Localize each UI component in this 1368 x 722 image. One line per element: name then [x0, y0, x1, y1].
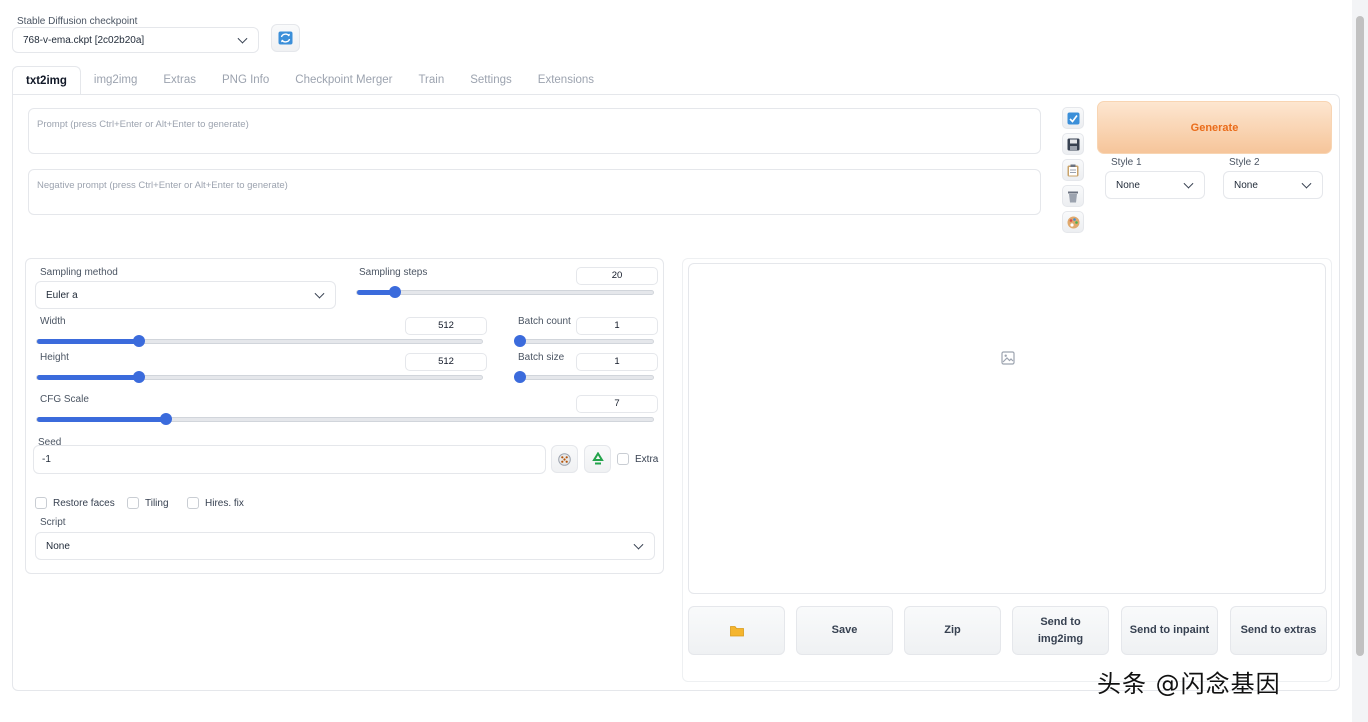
- style2-select[interactable]: None: [1223, 171, 1323, 199]
- generate-button[interactable]: Generate: [1097, 101, 1332, 154]
- tiling-label: Tiling: [145, 498, 169, 509]
- batch-size-slider[interactable]: [514, 371, 654, 383]
- style2-label: Style 2: [1229, 157, 1260, 168]
- negative-prompt-placeholder: Negative prompt (press Ctrl+Enter or Alt…: [37, 180, 288, 191]
- paste-button[interactable]: [1062, 159, 1084, 181]
- random-seed-button[interactable]: [551, 445, 578, 473]
- hires-fix-checkbox[interactable]: [187, 497, 199, 509]
- save-icon: [1067, 138, 1079, 150]
- seed-value: -1: [42, 454, 51, 465]
- batch-size-label: Batch size: [518, 352, 565, 363]
- output-image-area: [688, 263, 1326, 594]
- send-to-img2img-line2: img2img: [1037, 632, 1084, 645]
- style1-label: Style 1: [1111, 157, 1142, 168]
- tab-bar: txt2img img2img Extras PNG Info Checkpoi…: [12, 66, 607, 95]
- reuse-seed-button[interactable]: [584, 445, 611, 473]
- send-to-inpaint-button[interactable]: Send to inpaint: [1121, 606, 1218, 655]
- sampling-method-select[interactable]: Euler a: [35, 281, 336, 309]
- script-select[interactable]: None: [35, 532, 655, 560]
- chevron-down-icon: [1183, 178, 1194, 189]
- batch-size-input[interactable]: 1: [576, 353, 658, 371]
- batch-count-slider[interactable]: [514, 335, 654, 347]
- batch-count-label: Batch count: [518, 316, 571, 327]
- style1-value: None: [1116, 179, 1140, 191]
- clipboard-icon: [1067, 164, 1079, 176]
- cfg-scale-input[interactable]: 7: [576, 395, 658, 413]
- style2-value: None: [1234, 179, 1258, 191]
- trash-icon: [1068, 191, 1078, 202]
- tab-img2img[interactable]: img2img: [81, 66, 150, 95]
- chevron-down-icon: [1301, 178, 1312, 189]
- send-to-img2img-button[interactable]: Send to img2img: [1012, 606, 1109, 655]
- prompt-input[interactable]: Prompt (press Ctrl+Enter or Alt+Enter to…: [28, 108, 1041, 154]
- chevron-down-icon: [237, 33, 248, 44]
- sampling-steps-label: Sampling steps: [359, 267, 428, 278]
- zip-button[interactable]: Zip: [904, 606, 1001, 655]
- checkpoint-value: 768-v-ema.ckpt [2c02b20a]: [23, 34, 145, 46]
- prompt-placeholder: Prompt (press Ctrl+Enter or Alt+Enter to…: [37, 119, 249, 130]
- width-label: Width: [40, 316, 66, 327]
- recycle-icon: [591, 452, 604, 465]
- sampling-steps-input[interactable]: 20: [576, 267, 658, 285]
- watermark-text: 头条 @闪念基因: [1097, 670, 1281, 698]
- tab-png-info[interactable]: PNG Info: [209, 66, 282, 95]
- tab-txt2img[interactable]: txt2img: [12, 66, 81, 95]
- width-input[interactable]: 512: [405, 317, 487, 335]
- height-slider[interactable]: [36, 371, 483, 383]
- cfg-scale-slider[interactable]: [36, 413, 654, 425]
- width-slider[interactable]: [36, 335, 483, 347]
- hires-fix-label: Hires. fix: [205, 498, 244, 509]
- cfg-scale-label: CFG Scale: [40, 394, 89, 405]
- tab-checkpoint-merger[interactable]: Checkpoint Merger: [282, 66, 405, 95]
- height-input[interactable]: 512: [405, 353, 487, 371]
- restore-faces-checkbox[interactable]: [35, 497, 47, 509]
- folder-icon: [729, 625, 744, 636]
- extra-seed-checkbox[interactable]: [617, 453, 629, 465]
- check-icon: [1067, 112, 1079, 124]
- sampling-method-value: Euler a: [46, 289, 78, 301]
- sampling-method-label: Sampling method: [40, 267, 118, 278]
- refresh-icon: [278, 31, 293, 45]
- tab-extensions[interactable]: Extensions: [525, 66, 607, 95]
- seed-input[interactable]: -1: [33, 445, 546, 474]
- extra-seed-label: Extra: [635, 454, 659, 465]
- chevron-down-icon: [633, 539, 644, 550]
- save-style-button[interactable]: [1062, 133, 1084, 155]
- checkpoint-select[interactable]: 768-v-ema.ckpt [2c02b20a]: [12, 27, 259, 53]
- style1-select[interactable]: None: [1105, 171, 1205, 199]
- apply-styles-button[interactable]: [1062, 211, 1084, 233]
- script-label: Script: [40, 517, 66, 528]
- tab-extras[interactable]: Extras: [150, 66, 209, 95]
- tab-train[interactable]: Train: [405, 66, 457, 95]
- save-button[interactable]: Save: [796, 606, 893, 655]
- palette-icon: [1067, 216, 1079, 228]
- sampling-steps-slider[interactable]: [356, 286, 654, 298]
- page-scrollbar-thumb[interactable]: [1356, 16, 1364, 656]
- dice-icon: [558, 452, 571, 466]
- restore-faces-label: Restore faces: [53, 498, 115, 509]
- tab-settings[interactable]: Settings: [457, 66, 525, 95]
- send-to-img2img-line1: Send to: [1040, 615, 1081, 628]
- batch-count-input[interactable]: 1: [576, 317, 658, 335]
- refresh-checkpoint-button[interactable]: [271, 24, 300, 52]
- height-label: Height: [40, 352, 69, 363]
- image-icon: [1001, 351, 1015, 365]
- send-to-extras-button[interactable]: Send to extras: [1230, 606, 1327, 655]
- script-value: None: [46, 540, 70, 552]
- negative-prompt-input[interactable]: Negative prompt (press Ctrl+Enter or Alt…: [28, 169, 1041, 215]
- checkpoint-label: Stable Diffusion checkpoint: [17, 16, 138, 27]
- clear-prompt-button[interactable]: [1062, 185, 1084, 207]
- open-folder-button[interactable]: [688, 606, 785, 655]
- interrupt-check-button[interactable]: [1062, 107, 1084, 129]
- chevron-down-icon: [314, 288, 325, 299]
- tiling-checkbox[interactable]: [127, 497, 139, 509]
